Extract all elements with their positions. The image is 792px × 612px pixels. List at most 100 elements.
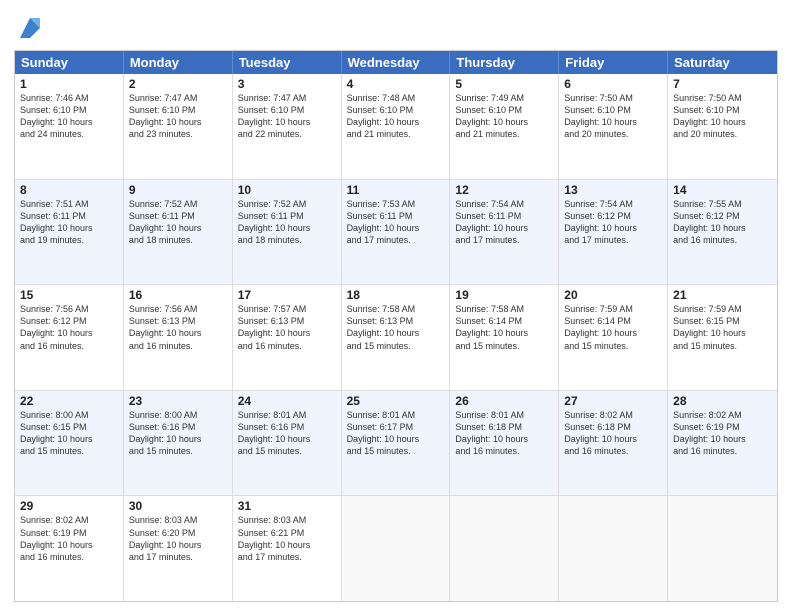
header-day-thursday: Thursday xyxy=(450,51,559,74)
day-cell-17: 17Sunrise: 7:57 AMSunset: 6:13 PMDayligh… xyxy=(233,285,342,390)
calendar-row-5: 29Sunrise: 8:02 AMSunset: 6:19 PMDayligh… xyxy=(15,495,777,601)
day-info: Sunrise: 7:56 AMSunset: 6:13 PMDaylight:… xyxy=(129,303,227,352)
day-info: Sunrise: 7:49 AMSunset: 6:10 PMDaylight:… xyxy=(455,92,553,141)
day-number: 11 xyxy=(347,183,445,197)
day-info: Sunrise: 8:00 AMSunset: 6:16 PMDaylight:… xyxy=(129,409,227,458)
day-info: Sunrise: 7:51 AMSunset: 6:11 PMDaylight:… xyxy=(20,198,118,247)
day-cell-27: 27Sunrise: 8:02 AMSunset: 6:18 PMDayligh… xyxy=(559,391,668,496)
day-number: 28 xyxy=(673,394,772,408)
day-info: Sunrise: 8:01 AMSunset: 6:18 PMDaylight:… xyxy=(455,409,553,458)
day-info: Sunrise: 7:52 AMSunset: 6:11 PMDaylight:… xyxy=(238,198,336,247)
day-number: 19 xyxy=(455,288,553,302)
header-day-tuesday: Tuesday xyxy=(233,51,342,74)
day-cell-5: 5Sunrise: 7:49 AMSunset: 6:10 PMDaylight… xyxy=(450,74,559,179)
day-info: Sunrise: 7:52 AMSunset: 6:11 PMDaylight:… xyxy=(129,198,227,247)
day-number: 18 xyxy=(347,288,445,302)
day-info: Sunrise: 8:02 AMSunset: 6:18 PMDaylight:… xyxy=(564,409,662,458)
day-cell-9: 9Sunrise: 7:52 AMSunset: 6:11 PMDaylight… xyxy=(124,180,233,285)
day-number: 7 xyxy=(673,77,772,91)
day-cell-31: 31Sunrise: 8:03 AMSunset: 6:21 PMDayligh… xyxy=(233,496,342,601)
day-cell-14: 14Sunrise: 7:55 AMSunset: 6:12 PMDayligh… xyxy=(668,180,777,285)
calendar: SundayMondayTuesdayWednesdayThursdayFrid… xyxy=(14,50,778,602)
header-day-monday: Monday xyxy=(124,51,233,74)
day-number: 21 xyxy=(673,288,772,302)
day-number: 27 xyxy=(564,394,662,408)
calendar-header: SundayMondayTuesdayWednesdayThursdayFrid… xyxy=(15,51,777,74)
day-info: Sunrise: 7:47 AMSunset: 6:10 PMDaylight:… xyxy=(129,92,227,141)
day-cell-13: 13Sunrise: 7:54 AMSunset: 6:12 PMDayligh… xyxy=(559,180,668,285)
day-cell-25: 25Sunrise: 8:01 AMSunset: 6:17 PMDayligh… xyxy=(342,391,451,496)
day-cell-30: 30Sunrise: 8:03 AMSunset: 6:20 PMDayligh… xyxy=(124,496,233,601)
day-number: 29 xyxy=(20,499,118,513)
day-number: 1 xyxy=(20,77,118,91)
empty-cell xyxy=(668,496,777,601)
day-info: Sunrise: 7:48 AMSunset: 6:10 PMDaylight:… xyxy=(347,92,445,141)
logo-icon xyxy=(16,14,44,42)
day-info: Sunrise: 7:55 AMSunset: 6:12 PMDaylight:… xyxy=(673,198,772,247)
day-number: 12 xyxy=(455,183,553,197)
calendar-row-1: 1Sunrise: 7:46 AMSunset: 6:10 PMDaylight… xyxy=(15,74,777,179)
day-info: Sunrise: 7:46 AMSunset: 6:10 PMDaylight:… xyxy=(20,92,118,141)
day-number: 8 xyxy=(20,183,118,197)
calendar-row-2: 8Sunrise: 7:51 AMSunset: 6:11 PMDaylight… xyxy=(15,179,777,285)
empty-cell xyxy=(342,496,451,601)
day-cell-10: 10Sunrise: 7:52 AMSunset: 6:11 PMDayligh… xyxy=(233,180,342,285)
day-number: 14 xyxy=(673,183,772,197)
calendar-row-3: 15Sunrise: 7:56 AMSunset: 6:12 PMDayligh… xyxy=(15,284,777,390)
day-number: 6 xyxy=(564,77,662,91)
day-number: 2 xyxy=(129,77,227,91)
day-cell-22: 22Sunrise: 8:00 AMSunset: 6:15 PMDayligh… xyxy=(15,391,124,496)
day-info: Sunrise: 7:54 AMSunset: 6:11 PMDaylight:… xyxy=(455,198,553,247)
day-number: 13 xyxy=(564,183,662,197)
day-cell-29: 29Sunrise: 8:02 AMSunset: 6:19 PMDayligh… xyxy=(15,496,124,601)
day-number: 16 xyxy=(129,288,227,302)
header-day-saturday: Saturday xyxy=(668,51,777,74)
day-number: 15 xyxy=(20,288,118,302)
day-cell-18: 18Sunrise: 7:58 AMSunset: 6:13 PMDayligh… xyxy=(342,285,451,390)
day-info: Sunrise: 8:00 AMSunset: 6:15 PMDaylight:… xyxy=(20,409,118,458)
day-number: 22 xyxy=(20,394,118,408)
day-info: Sunrise: 7:58 AMSunset: 6:13 PMDaylight:… xyxy=(347,303,445,352)
day-cell-2: 2Sunrise: 7:47 AMSunset: 6:10 PMDaylight… xyxy=(124,74,233,179)
header-day-sunday: Sunday xyxy=(15,51,124,74)
day-cell-3: 3Sunrise: 7:47 AMSunset: 6:10 PMDaylight… xyxy=(233,74,342,179)
day-cell-1: 1Sunrise: 7:46 AMSunset: 6:10 PMDaylight… xyxy=(15,74,124,179)
header-day-friday: Friday xyxy=(559,51,668,74)
day-number: 3 xyxy=(238,77,336,91)
day-info: Sunrise: 7:50 AMSunset: 6:10 PMDaylight:… xyxy=(564,92,662,141)
day-cell-19: 19Sunrise: 7:58 AMSunset: 6:14 PMDayligh… xyxy=(450,285,559,390)
empty-cell xyxy=(450,496,559,601)
day-number: 10 xyxy=(238,183,336,197)
day-info: Sunrise: 8:02 AMSunset: 6:19 PMDaylight:… xyxy=(673,409,772,458)
logo xyxy=(14,14,44,42)
day-info: Sunrise: 7:54 AMSunset: 6:12 PMDaylight:… xyxy=(564,198,662,247)
day-number: 30 xyxy=(129,499,227,513)
day-cell-15: 15Sunrise: 7:56 AMSunset: 6:12 PMDayligh… xyxy=(15,285,124,390)
day-info: Sunrise: 7:53 AMSunset: 6:11 PMDaylight:… xyxy=(347,198,445,247)
day-number: 26 xyxy=(455,394,553,408)
day-info: Sunrise: 7:58 AMSunset: 6:14 PMDaylight:… xyxy=(455,303,553,352)
day-number: 24 xyxy=(238,394,336,408)
day-info: Sunrise: 8:01 AMSunset: 6:16 PMDaylight:… xyxy=(238,409,336,458)
day-info: Sunrise: 7:57 AMSunset: 6:13 PMDaylight:… xyxy=(238,303,336,352)
header-day-wednesday: Wednesday xyxy=(342,51,451,74)
day-cell-24: 24Sunrise: 8:01 AMSunset: 6:16 PMDayligh… xyxy=(233,391,342,496)
day-info: Sunrise: 8:01 AMSunset: 6:17 PMDaylight:… xyxy=(347,409,445,458)
day-info: Sunrise: 7:50 AMSunset: 6:10 PMDaylight:… xyxy=(673,92,772,141)
day-cell-26: 26Sunrise: 8:01 AMSunset: 6:18 PMDayligh… xyxy=(450,391,559,496)
day-info: Sunrise: 8:03 AMSunset: 6:20 PMDaylight:… xyxy=(129,514,227,563)
day-number: 31 xyxy=(238,499,336,513)
day-cell-11: 11Sunrise: 7:53 AMSunset: 6:11 PMDayligh… xyxy=(342,180,451,285)
day-cell-28: 28Sunrise: 8:02 AMSunset: 6:19 PMDayligh… xyxy=(668,391,777,496)
day-cell-7: 7Sunrise: 7:50 AMSunset: 6:10 PMDaylight… xyxy=(668,74,777,179)
day-info: Sunrise: 7:59 AMSunset: 6:14 PMDaylight:… xyxy=(564,303,662,352)
day-cell-6: 6Sunrise: 7:50 AMSunset: 6:10 PMDaylight… xyxy=(559,74,668,179)
day-info: Sunrise: 7:59 AMSunset: 6:15 PMDaylight:… xyxy=(673,303,772,352)
day-cell-21: 21Sunrise: 7:59 AMSunset: 6:15 PMDayligh… xyxy=(668,285,777,390)
day-cell-16: 16Sunrise: 7:56 AMSunset: 6:13 PMDayligh… xyxy=(124,285,233,390)
day-cell-23: 23Sunrise: 8:00 AMSunset: 6:16 PMDayligh… xyxy=(124,391,233,496)
page: SundayMondayTuesdayWednesdayThursdayFrid… xyxy=(0,0,792,612)
day-cell-12: 12Sunrise: 7:54 AMSunset: 6:11 PMDayligh… xyxy=(450,180,559,285)
day-cell-8: 8Sunrise: 7:51 AMSunset: 6:11 PMDaylight… xyxy=(15,180,124,285)
day-number: 9 xyxy=(129,183,227,197)
